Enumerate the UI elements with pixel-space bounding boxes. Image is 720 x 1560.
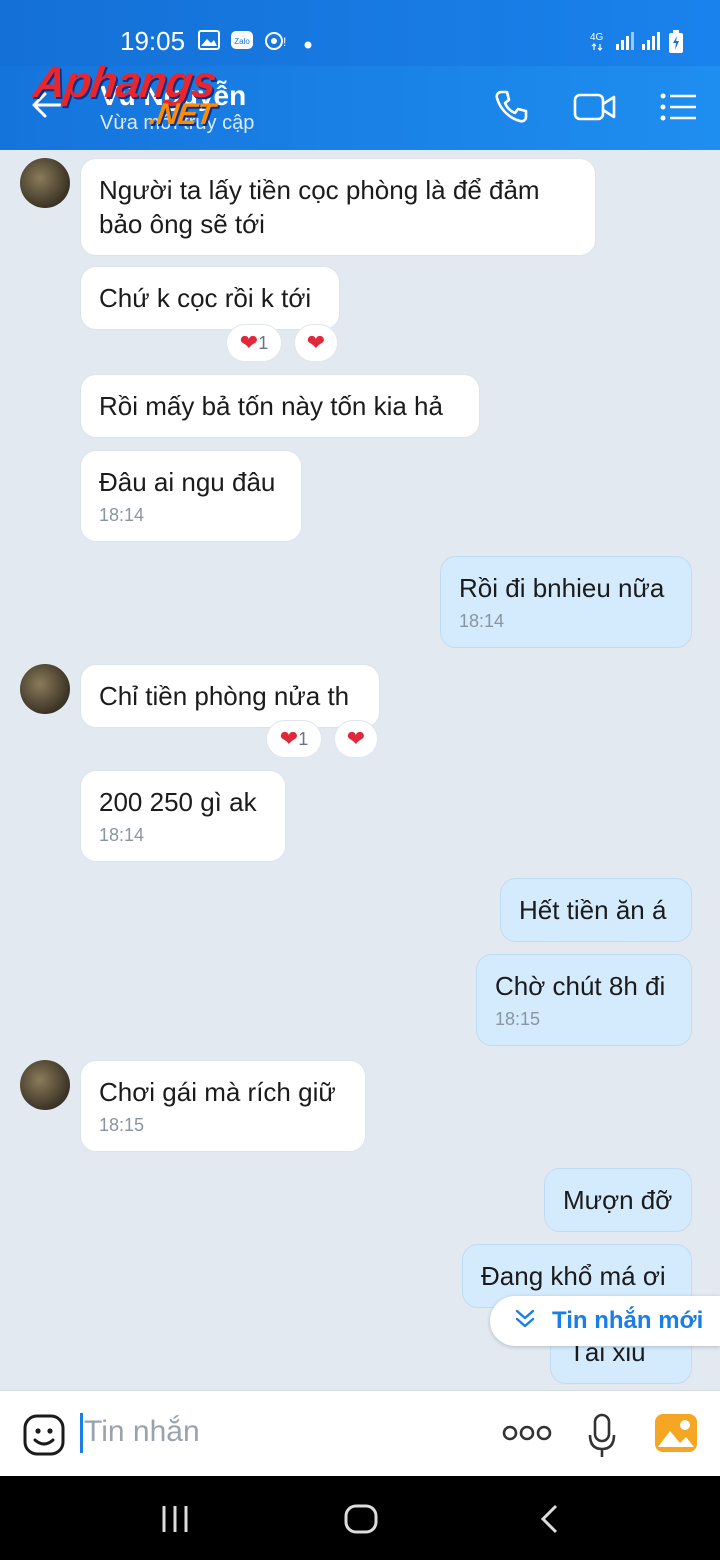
- reaction-count[interactable]: ❤ 1: [266, 720, 322, 758]
- more-options-icon[interactable]: [502, 1423, 552, 1448]
- message-text: Chờ chút 8h đi: [495, 971, 666, 1001]
- message-bubble[interactable]: Hết tiền ăn á: [500, 878, 692, 942]
- signal-1-icon: [614, 30, 636, 57]
- message-bubble[interactable]: Mượn đỡ: [544, 1168, 692, 1232]
- message-bubble[interactable]: Chứ k cọc rồi k tới: [80, 266, 340, 330]
- avatar[interactable]: [20, 1060, 70, 1110]
- image-gallery-icon[interactable]: [654, 1413, 698, 1458]
- message-bubble[interactable]: Rồi mấy bả tốn này tốn kia hả: [80, 374, 480, 438]
- recent-apps-icon[interactable]: [160, 1504, 190, 1539]
- message-time: 18:14: [99, 505, 145, 525]
- svg-text:4G: 4G: [590, 32, 604, 43]
- message-text: Chứ k cọc rồi k tới: [99, 283, 312, 313]
- avatar[interactable]: [20, 664, 70, 714]
- new-messages-button[interactable]: Tin nhắn mới: [490, 1296, 720, 1346]
- message-bubble[interactable]: Rồi đi bnhieu nữa 18:14: [440, 556, 692, 648]
- text-caret: [80, 1413, 83, 1453]
- heart-icon: ❤: [279, 726, 299, 751]
- nav-back-icon[interactable]: [538, 1504, 560, 1539]
- gallery-icon: [198, 30, 220, 55]
- signal-2-icon: [640, 30, 662, 57]
- message-time: 18:15: [495, 1009, 541, 1029]
- message-input[interactable]: Tin nhắn: [84, 1415, 200, 1449]
- message-input-bar: Tin nhắn: [0, 1390, 720, 1477]
- message-bubble[interactable]: Chỉ tiền phòng nửa th: [80, 664, 380, 728]
- home-icon[interactable]: [344, 1504, 378, 1539]
- new-messages-label: Tin nhắn mới: [552, 1307, 704, 1334]
- message-text: Hết tiền ăn á: [519, 895, 667, 925]
- double-chevron-down-icon: [514, 1307, 536, 1336]
- voice-call-icon[interactable]: [492, 88, 530, 131]
- message-text: Đang khổ má ơi: [481, 1261, 666, 1291]
- video-call-icon[interactable]: [572, 88, 618, 131]
- heart-icon: ❤: [346, 726, 366, 751]
- zalo-notification-icon: Zalo: [230, 30, 254, 55]
- message-text: Người ta lấy tiền cọc phòng là để đảm bả…: [99, 175, 540, 239]
- message-text: Rồi mấy bả tốn này tốn kia hả: [99, 391, 443, 421]
- menu-list-icon[interactable]: [658, 88, 698, 131]
- svg-text:Zalo: Zalo: [234, 37, 250, 46]
- message-bubble[interactable]: Chờ chút 8h đi 18:15: [476, 954, 692, 1046]
- watermark-logo: Aphangs .NET: [30, 58, 219, 131]
- message-text: 200 250 gì ak: [99, 787, 257, 817]
- chat-bubble-icon: !: [264, 30, 290, 57]
- network-4g-icon: 4G: [590, 30, 612, 57]
- watermark-tld: .NET: [147, 98, 217, 131]
- microphone-icon[interactable]: [588, 1413, 616, 1464]
- message-text: Chơi gái mà rích giữ: [99, 1077, 336, 1107]
- message-bubble[interactable]: Người ta lấy tiền cọc phòng là để đảm bả…: [80, 158, 596, 256]
- message-text: Rồi đi bnhieu nữa: [459, 573, 665, 603]
- react-button[interactable]: ❤: [294, 324, 338, 362]
- heart-icon: ❤: [306, 330, 326, 355]
- svg-text:!: !: [283, 35, 286, 49]
- heart-icon: ❤: [239, 330, 259, 355]
- system-nav-bar: [0, 1476, 720, 1560]
- battery-charging-icon: [668, 30, 684, 59]
- message-bubble[interactable]: 200 250 gì ak 18:14: [80, 770, 286, 862]
- message-text: Mượn đỡ: [563, 1185, 673, 1215]
- status-bar: 19:05 Zalo ! 4G: [0, 0, 720, 66]
- message-list[interactable]: Người ta lấy tiền cọc phòng là để đảm bả…: [0, 150, 720, 1390]
- message-time: 18:14: [99, 825, 145, 845]
- message-bubble[interactable]: Chơi gái mà rích giữ 18:15: [80, 1060, 366, 1152]
- message-bubble[interactable]: Đâu ai ngu đâu 18:14: [80, 450, 302, 542]
- message-text: Đâu ai ngu đâu: [99, 467, 276, 497]
- reaction-count[interactable]: ❤ 1: [226, 324, 282, 362]
- message-text: Chỉ tiền phòng nửa th: [99, 681, 350, 711]
- message-time: 18:15: [99, 1115, 145, 1135]
- react-button[interactable]: ❤: [334, 720, 378, 758]
- avatar[interactable]: [20, 158, 70, 208]
- dot-icon: [304, 36, 312, 54]
- status-time: 19:05: [120, 26, 186, 56]
- sticker-smile-icon[interactable]: [22, 1413, 66, 1462]
- message-time: 18:14: [459, 611, 505, 631]
